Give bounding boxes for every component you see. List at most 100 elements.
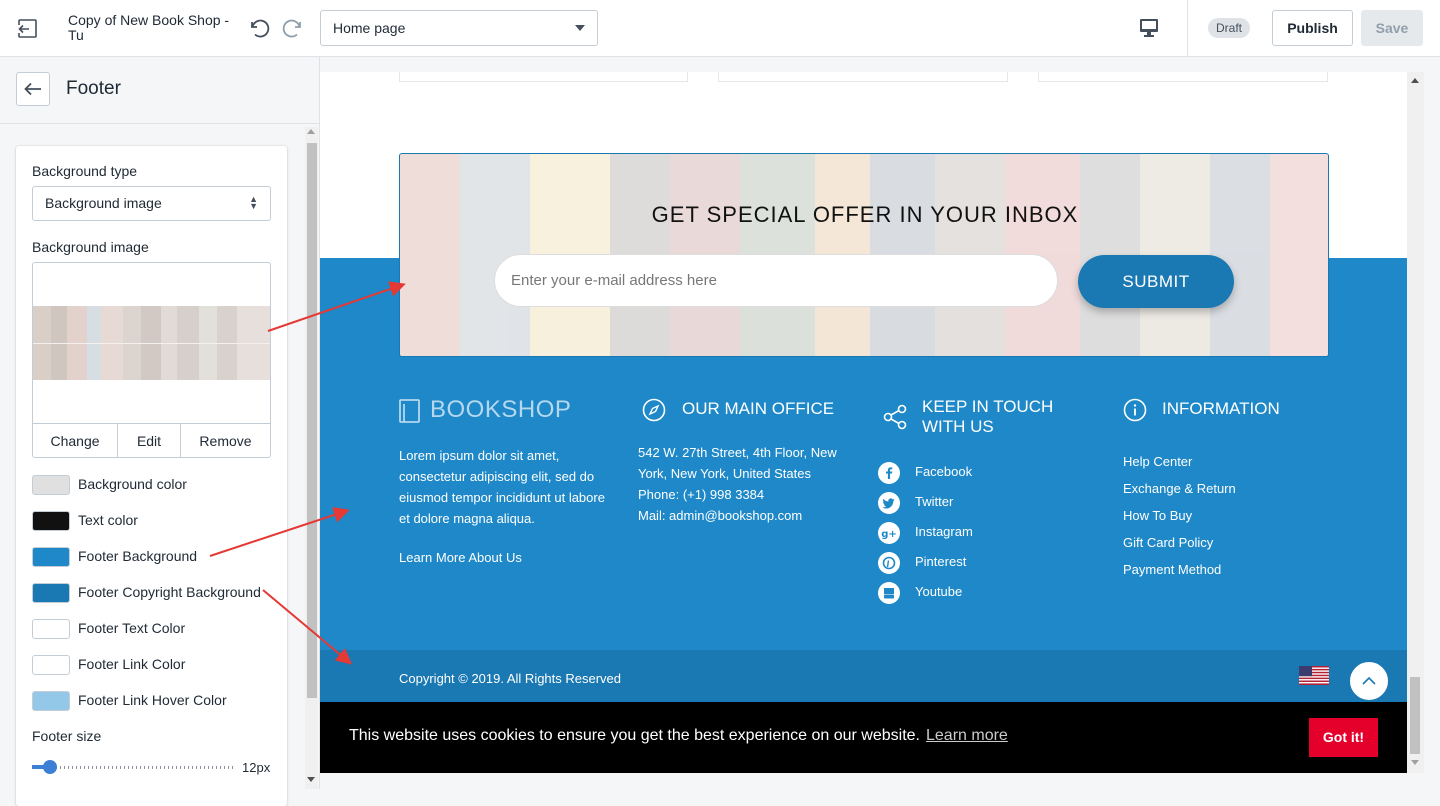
cookie-learn-more-link[interactable]: Learn more <box>926 727 1008 744</box>
facebook-icon <box>878 462 900 484</box>
newsletter-submit-button[interactable]: SUBMIT <box>1078 255 1234 308</box>
office-address: 542 W. 27th Street, 4th Floor, New York,… <box>638 445 837 481</box>
color-label: Text color <box>78 512 138 528</box>
back-to-top-button[interactable] <box>1348 660 1390 702</box>
cookie-banner: This website uses cookies to ensure you … <box>320 702 1407 773</box>
product-card-edge <box>399 72 688 82</box>
color-swatch[interactable] <box>32 619 70 639</box>
slider-track <box>32 766 234 769</box>
preview-scrollbar-thumb[interactable] <box>1410 677 1420 754</box>
learn-more-about-us-link[interactable]: Learn More About Us <box>399 547 522 568</box>
svg-text:g+: g+ <box>881 529 897 540</box>
select-arrows-icon: ▲ ▼ <box>249 194 258 211</box>
product-card-edge <box>718 72 1008 82</box>
info-link-help-center[interactable]: Help Center <box>1123 454 1192 469</box>
footer-settings-card: Background type Background image ▲ ▼ Back… <box>16 146 287 806</box>
office-heading: OUR MAIN OFFICE <box>682 399 835 418</box>
info-icon <box>1123 398 1147 422</box>
back-button[interactable] <box>16 72 50 106</box>
office-mail: Mail: admin@bookshop.com <box>638 508 803 523</box>
background-image-label: Background image <box>32 239 149 255</box>
color-setting-background-color[interactable]: Background color <box>32 475 272 495</box>
sidebar-title: Footer <box>66 78 121 99</box>
scroll-down-icon[interactable] <box>307 777 315 782</box>
background-image-thumbnail <box>33 306 270 380</box>
arrow-left-icon <box>24 82 41 96</box>
youtube-icon <box>878 582 900 604</box>
info-link-gift-card-policy[interactable]: Gift Card Policy <box>1123 535 1213 550</box>
status-badge: Draft <box>1208 18 1251 38</box>
newsletter-title: GET SPECIAL OFFER IN YOUR INBOX <box>651 202 1079 227</box>
office-phone: Phone: (+1) 998 3384 <box>638 487 765 502</box>
scroll-down-icon[interactable] <box>1411 760 1419 765</box>
save-button[interactable]: Save <box>1361 10 1423 46</box>
sidebar-scrollbar-thumb[interactable] <box>307 143 317 698</box>
compass-icon <box>642 398 666 422</box>
color-label: Footer Link Hover Color <box>78 692 227 708</box>
sidebar-header: Footer <box>0 57 319 124</box>
newsletter-email-input[interactable]: Enter your e-mail address here <box>494 254 1058 307</box>
color-setting-footer-link-color[interactable]: Footer Link Color <box>32 655 272 675</box>
footer-size-slider[interactable] <box>32 759 234 775</box>
about-text: Lorem ipsum dolor sit amet, consectetur … <box>399 448 605 526</box>
editor-topbar: Copy of New Book Shop - Tu Home page Dra… <box>0 0 1440 57</box>
publish-button[interactable]: Publish <box>1272 10 1353 46</box>
color-setting-text-color[interactable]: Text color <box>32 511 272 531</box>
color-setting-footer-background[interactable]: Footer Background <box>32 547 272 567</box>
color-swatch[interactable] <box>32 691 70 711</box>
background-type-select[interactable]: Background image ▲ ▼ <box>32 186 271 221</box>
keep-in-touch-heading: KEEP IN TOUCH WITH US <box>922 397 1054 436</box>
color-swatch[interactable] <box>32 583 70 603</box>
color-label: Footer Background <box>78 548 198 564</box>
product-card-edge <box>1038 72 1328 82</box>
background-type-value: Background image <box>45 195 162 211</box>
copyright-text: Copyright © 2019. All Rights Reserved <box>399 671 622 686</box>
chevron-up-icon <box>1362 676 1376 685</box>
color-label: Background color <box>78 476 187 492</box>
book-logo-icon <box>399 399 420 423</box>
storefront-preview: GET SPECIAL OFFER IN YOUR INBOX Enter yo… <box>320 72 1407 773</box>
color-label: Footer Link Color <box>78 656 186 672</box>
color-swatch[interactable] <box>32 511 70 531</box>
color-label: Footer Text Color <box>78 620 186 636</box>
chevron-down-icon <box>575 25 585 31</box>
cookie-accept-button[interactable]: Got it! <box>1309 718 1378 757</box>
background-type-label: Background type <box>32 163 138 179</box>
background-image-picker[interactable]: Change Edit Remove <box>32 262 271 458</box>
remove-image-button[interactable]: Remove <box>181 424 270 457</box>
image-actions: Change Edit Remove <box>33 423 270 457</box>
color-setting-footer-text-color[interactable]: Footer Text Color <box>32 619 272 639</box>
info-link-exchange-return[interactable]: Exchange & Return <box>1123 481 1236 496</box>
bookshop-logo[interactable]: BOOKSHOP <box>430 396 571 424</box>
color-swatch[interactable] <box>32 475 70 495</box>
cookie-message: This website uses cookies to ensure you … <box>349 727 920 744</box>
divider <box>1187 0 1188 57</box>
color-swatch[interactable] <box>32 655 70 675</box>
slider-handle[interactable] <box>43 760 58 774</box>
share-icon <box>883 404 907 430</box>
page-selector-value: Home page <box>333 20 406 36</box>
scroll-up-icon[interactable] <box>1411 78 1419 83</box>
edit-image-button[interactable]: Edit <box>118 424 181 457</box>
scroll-up-icon[interactable] <box>307 129 315 134</box>
undo-icon[interactable] <box>244 14 272 42</box>
cookie-text: This website uses cookies to ensure you … <box>349 727 1008 745</box>
redo-icon[interactable] <box>280 14 308 42</box>
color-swatch[interactable] <box>32 547 70 567</box>
page-selector[interactable]: Home page <box>320 10 598 46</box>
us-flag-icon[interactable] <box>1299 666 1329 685</box>
newsletter-box: GET SPECIAL OFFER IN YOUR INBOX Enter yo… <box>399 153 1329 357</box>
exit-editor-icon[interactable] <box>14 15 42 43</box>
info-link-payment-method[interactable]: Payment Method <box>1123 562 1221 577</box>
footer-size-value: 12px <box>242 760 271 775</box>
desktop-view-icon[interactable] <box>1136 16 1162 40</box>
info-link-how-to-buy[interactable]: How To Buy <box>1123 508 1192 523</box>
settings-sidebar: Footer Background type Background image … <box>0 57 320 806</box>
color-setting-footer-link-hover-color[interactable]: Footer Link Hover Color <box>32 691 272 711</box>
change-image-button[interactable]: Change <box>33 424 118 457</box>
pinterest-icon <box>878 552 900 574</box>
preview-scrollbar[interactable] <box>1407 72 1424 773</box>
color-label: Footer Copyright Background <box>78 584 261 600</box>
store-title: Copy of New Book Shop - Tu <box>68 12 230 43</box>
color-setting-footer-copyright-background[interactable]: Footer Copyright Background <box>32 583 272 603</box>
